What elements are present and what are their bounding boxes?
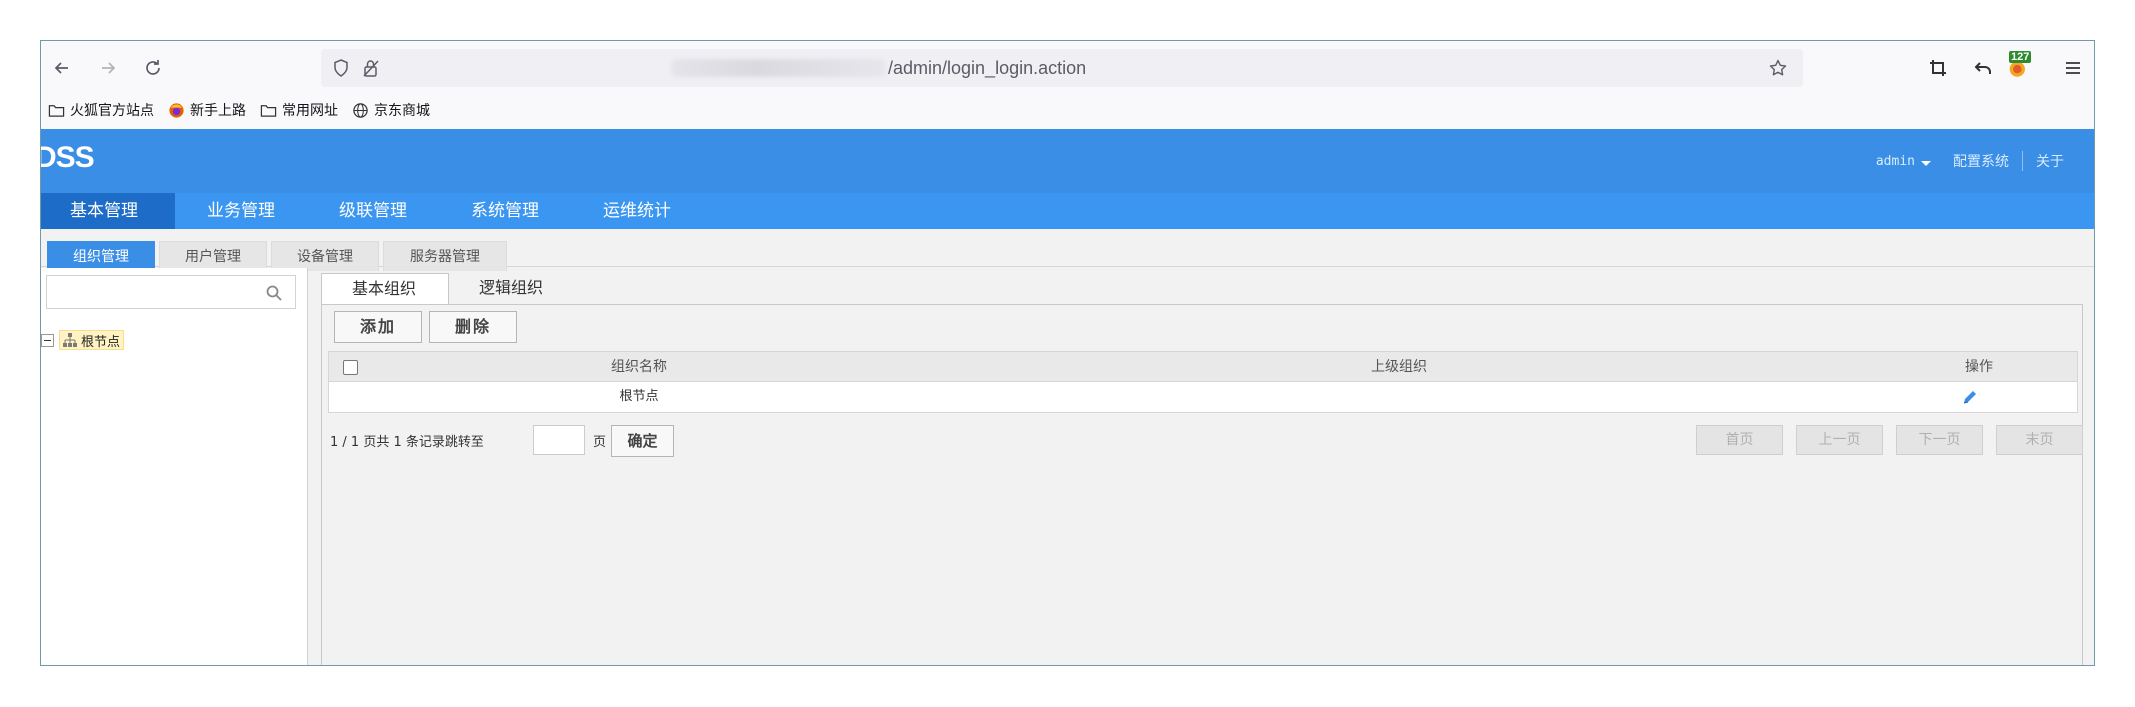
bookmark-item[interactable]: 京东商城 [352,100,430,120]
tab-device-management[interactable]: 设备管理 [271,241,379,271]
col-actions: 操作 [1965,359,1993,375]
url-path: /admin/login_login.action [888,58,1087,78]
first-page-button[interactable]: 首页 [1696,425,1783,455]
org-type-tabs: 基本组织 逻辑组织 [321,273,575,305]
reload-button[interactable] [139,54,167,82]
pagination: 1 / 1 页共 1 条记录跳转至 页 确定 首页 上一页 下一页 末页 [328,423,2083,457]
tree-node-root[interactable]: 根节点 [41,330,125,350]
main-nav: 基本管理 业务管理 级联管理 系统管理 运维统计 [41,193,2094,229]
forward-button[interactable] [94,54,122,82]
caret-down-icon[interactable] [1921,160,1931,166]
cell-parent-org [919,382,1879,412]
tab-basic-org[interactable]: 基本组织 [321,273,450,305]
nav-cascade-management[interactable]: 级联管理 [307,193,439,229]
col-org-name[interactable]: 组织名称 [359,352,919,382]
org-tree-panel: 根节点 [41,268,308,665]
org-content: 基本组织 逻辑组织 添加 删除 组织名称 上级组织 操作 根节点 1 / 1 页… [321,268,2091,665]
shield-icon [334,59,348,77]
undo-button[interactable] [1969,54,1997,82]
add-button[interactable]: 添加 [334,311,422,343]
bookmark-label: 京东商城 [374,103,430,119]
bookmark-item[interactable]: 火狐官方站点 [48,100,154,120]
tree-node-label-box[interactable]: 根节点 [59,330,125,350]
arrow-right-icon [102,62,116,74]
star-bookmark-icon[interactable] [1768,58,1788,78]
nav-ops-statistics[interactable]: 运维统计 [571,193,703,229]
prev-page-button[interactable]: 上一页 [1796,425,1883,455]
table-header: 组织名称 上级组织 操作 [329,352,2077,382]
next-page-button[interactable]: 下一页 [1896,425,1983,455]
org-panel: 添加 删除 组织名称 上级组织 操作 根节点 1 / 1 页共 1 条记录跳转至… [321,304,2083,665]
config-system-link[interactable]: 配置系统 [1953,151,2009,171]
confirm-button[interactable]: 确定 [611,425,674,457]
screenshot-button[interactable] [1924,54,1952,82]
extension-badge: 127 [2009,51,2032,63]
nav-business-management[interactable]: 业务管理 [175,193,307,229]
collapse-icon[interactable] [41,333,54,347]
menu-button[interactable] [2059,54,2087,82]
search-icon[interactable] [265,284,283,302]
url-bar[interactable]: /admin/login_login.action [321,49,1803,87]
bookmark-label: 常用网址 [282,103,338,119]
app-logo: DSS [40,141,95,174]
user-menu[interactable]: admin [1876,154,1915,169]
delete-button[interactable]: 删除 [429,311,517,343]
lock-insecure-icon [363,60,379,77]
org-chart-icon [63,333,77,347]
bookmarks-bar: 火狐官方站点 新手上路 常用网址 京东商城 [41,95,2094,125]
header-divider [2022,151,2023,171]
bookmark-label: 新手上路 [190,103,246,119]
crop-icon [1930,60,1946,76]
org-table: 组织名称 上级组织 操作 根节点 [328,351,2078,413]
about-link[interactable]: 关于 [2036,151,2064,171]
tab-server-management[interactable]: 服务器管理 [383,241,507,271]
page-suffix: 页 [593,435,607,450]
edit-pencil-icon[interactable] [1961,388,1979,406]
arrow-left-icon [54,62,68,74]
sub-nav: 组织管理 用户管理 设备管理 服务器管理 [41,229,2094,271]
globe-icon [353,102,368,118]
browser-window: /admin/login_login.action 127 火狐官方站点 新手上… [40,40,2095,666]
back-button[interactable] [48,54,76,82]
tab-org-management[interactable]: 组织管理 [47,241,155,271]
tree-node-label: 根节点 [81,334,121,350]
extension-button[interactable]: 127 [2006,51,2032,81]
header-links: admin 配置系统 关于 [1876,151,2064,171]
browser-toolbar: /admin/login_login.action 127 [41,41,2094,95]
bookmark-label: 火狐官方站点 [70,103,154,119]
undo-arrow-icon [1974,62,1991,74]
tab-logical-org[interactable]: 逻辑组织 [449,273,575,305]
web-app: DSS admin 配置系统 关于 基本管理 业务管理 级联管理 系统管理 运维… [41,129,2094,665]
select-all-checkbox[interactable] [343,360,358,375]
firefox-icon [169,102,184,118]
hamburger-menu-icon [2066,62,2080,74]
folder-icon [48,104,65,117]
cell-org-name: 根节点 [619,389,659,404]
tree-search-input[interactable] [46,275,296,309]
page-jump-input[interactable] [533,425,585,455]
url-host-blurred [671,59,886,77]
folder-icon [260,104,277,117]
bookmark-item[interactable]: 新手上路 [168,100,246,120]
app-header: DSS admin 配置系统 关于 [41,129,2094,193]
table-row[interactable]: 根节点 [329,382,2077,412]
bookmark-item[interactable]: 常用网址 [260,100,338,120]
pager-info: 1 / 1 页共 1 条记录跳转至 [330,435,484,450]
nav-basic-management[interactable]: 基本管理 [41,193,175,229]
tab-user-management[interactable]: 用户管理 [159,241,267,271]
nav-system-management[interactable]: 系统管理 [439,193,571,229]
last-page-button[interactable]: 末页 [1996,425,2083,455]
col-parent-org[interactable]: 上级组织 [919,352,1879,382]
reload-icon [146,60,160,75]
